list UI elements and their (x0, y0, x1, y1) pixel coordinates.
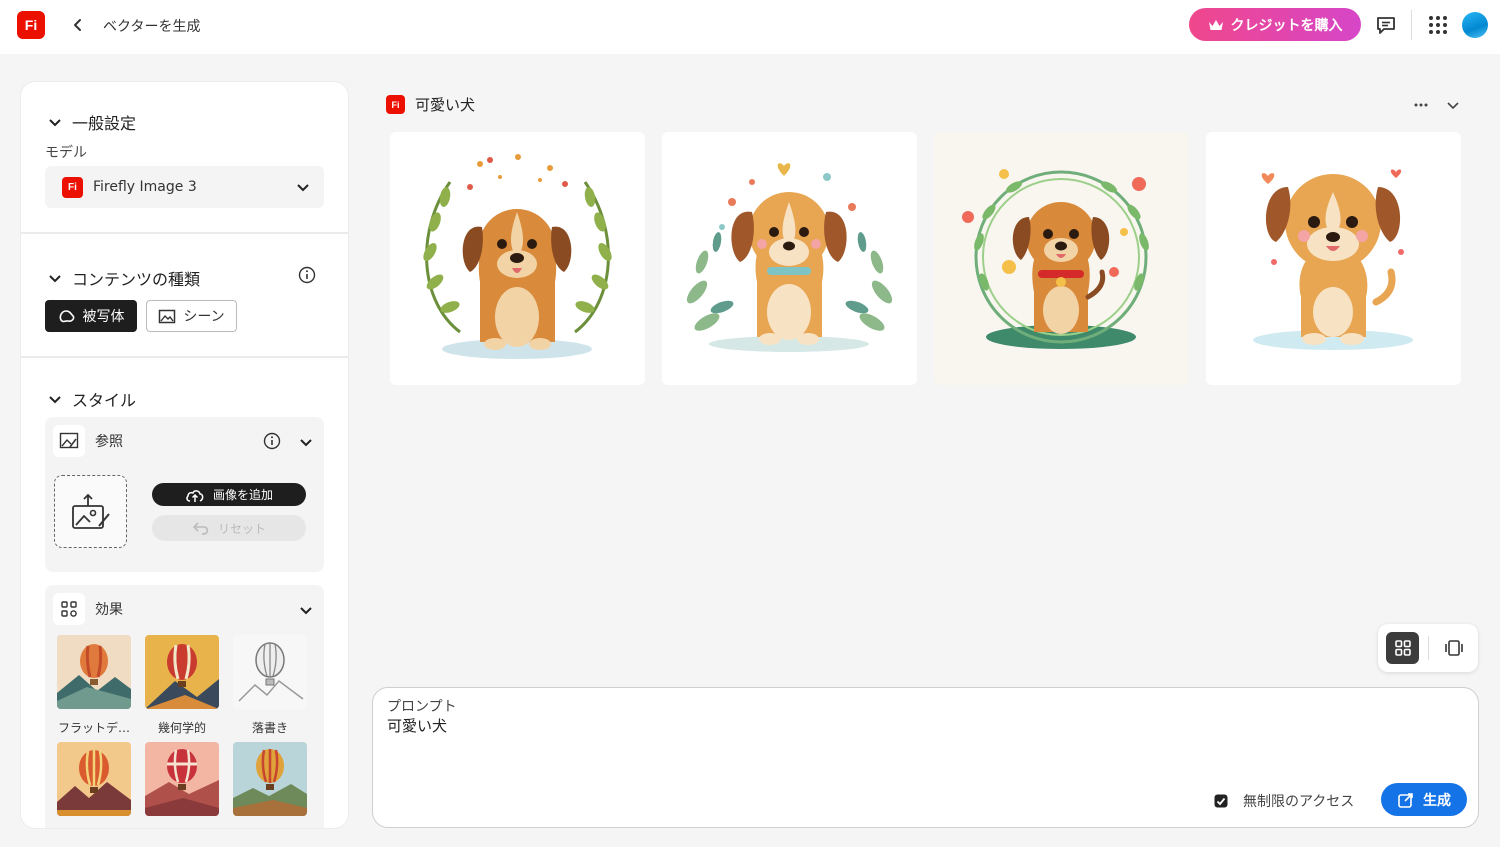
scene-button[interactable]: シーン (146, 300, 237, 332)
firefly-small-icon: Fi (386, 95, 405, 114)
effect-flat-design-thumbnail[interactable] (57, 635, 131, 709)
effect-doodle-thumbnail[interactable] (233, 635, 307, 709)
content-type-header[interactable]: コンテンツの種類 (48, 266, 200, 290)
reference-header[interactable]: 参照 (53, 425, 123, 457)
unlimited-access-icon (1214, 794, 1228, 808)
effects-icon (53, 593, 85, 625)
puppy-laurel-wreath-image (423, 154, 612, 359)
carousel-view-icon (1445, 640, 1463, 656)
generate-sparkle-icon (1398, 792, 1413, 808)
prompt-label: プロンプト (387, 699, 457, 715)
add-image-label: 画像を追加 (212, 488, 273, 502)
reference-upload-dropzone[interactable] (54, 475, 127, 548)
style-header[interactable]: スタイル (48, 387, 136, 411)
single-view-button[interactable] (1442, 636, 1466, 660)
feedback-chat-icon[interactable] (1375, 14, 1397, 36)
effect-geometric-label: 幾何学的 (157, 721, 206, 735)
section-divider (21, 356, 348, 358)
cloud-upload-icon (186, 489, 204, 502)
unlimited-access-label: 無制限のアクセス (1243, 794, 1355, 810)
chevron-down-icon (49, 396, 61, 404)
content-type-title: コンテンツの種類 (72, 270, 201, 289)
settings-panel: 一般設定 モデル Fi Firefly Image 3 コンテンツの種類 被写体… (21, 82, 348, 828)
result-image-3[interactable] (934, 132, 1189, 385)
chevron-down-icon[interactable] (299, 603, 313, 617)
crown-icon (1208, 19, 1223, 30)
topbar-divider (1411, 10, 1412, 40)
result-image-1[interactable] (390, 132, 645, 385)
upload-image-icon (71, 493, 110, 529)
top-bar: Fi ベクターを生成 クレジットを購入 (0, 0, 1500, 54)
chevron-down-icon (49, 119, 61, 127)
reset-label: リセット (217, 521, 266, 536)
result-image-4[interactable] (1206, 132, 1461, 385)
generate-label: 生成 (1423, 792, 1451, 809)
more-options-icon[interactable] (1412, 96, 1430, 114)
puppy-flower-wreath-image (934, 132, 1189, 385)
result-image-2[interactable] (662, 132, 917, 385)
model-value: Firefly Image 3 (93, 179, 197, 195)
reference-label: 参照 (95, 434, 123, 450)
chevron-down-icon[interactable] (1446, 98, 1460, 112)
puppy-leaves-image (686, 163, 893, 352)
section-divider (21, 232, 348, 234)
view-toggle (1378, 624, 1478, 672)
effect-doodle-label: 落書き (251, 721, 288, 735)
effect-thumbnail-6[interactable] (233, 742, 307, 816)
effect-thumbnail-4[interactable] (57, 742, 131, 816)
effects-card: 効果 フラットデ… 幾何学的 落書き (45, 585, 324, 828)
unlimited-access[interactable]: 無制限のアクセス (1213, 791, 1354, 811)
info-icon[interactable] (263, 432, 281, 450)
effects-header[interactable]: 効果 (53, 593, 123, 625)
reference-card: 参照 画像を追加 リセット (45, 417, 324, 572)
buy-credits-label: クレジットを購入 (1230, 17, 1343, 34)
apps-grid-icon[interactable] (1427, 14, 1449, 36)
style-title: スタイル (72, 391, 137, 410)
general-settings-title: 一般設定 (72, 114, 137, 133)
reset-button[interactable]: リセット (152, 515, 306, 541)
general-settings-header[interactable]: 一般設定 (48, 110, 136, 134)
effects-label: 効果 (95, 602, 123, 618)
chevron-down-icon (297, 184, 309, 192)
puppy-hearts-image (1253, 169, 1413, 350)
add-image-button[interactable]: 画像を追加 (152, 483, 306, 506)
buy-credits-button[interactable]: クレジットを購入 (1189, 8, 1361, 41)
model-label: モデル (45, 145, 87, 161)
subject-button[interactable]: 被写体 (45, 300, 137, 332)
back-arrow-icon[interactable] (68, 15, 88, 35)
info-icon[interactable] (298, 266, 316, 284)
chevron-down-icon[interactable] (299, 435, 313, 449)
results-header: Fi 可愛い犬 (386, 94, 475, 115)
reference-image-icon (53, 425, 85, 457)
grid-view-button[interactable] (1386, 632, 1419, 664)
firefly-model-icon: Fi (62, 176, 83, 198)
model-select[interactable]: Fi Firefly Image 3 (45, 166, 324, 208)
subject-label: 被写体 (82, 309, 125, 325)
effect-thumbnail-5[interactable] (145, 742, 219, 816)
generate-button[interactable]: 生成 (1381, 783, 1467, 816)
subject-shape-icon (59, 310, 74, 323)
results-title: 可愛い犬 (415, 96, 476, 114)
effect-geometric-thumbnail[interactable] (145, 635, 219, 709)
view-toggle-divider (1428, 636, 1429, 660)
scene-label: シーン (183, 309, 225, 325)
user-avatar[interactable] (1462, 12, 1488, 38)
prompt-input[interactable]: 可愛い犬 (387, 715, 447, 736)
firefly-logo[interactable]: Fi (17, 11, 45, 39)
grid-view-icon (1394, 640, 1411, 656)
page-title: ベクターを生成 (103, 19, 201, 35)
chevron-down-icon (49, 275, 61, 283)
scene-image-icon (159, 309, 176, 323)
effect-flat-design-label: フラットデ… (57, 721, 130, 735)
prompt-box[interactable]: プロンプト 可愛い犬 無制限のアクセス 生成 (372, 687, 1479, 828)
undo-icon (192, 522, 209, 535)
